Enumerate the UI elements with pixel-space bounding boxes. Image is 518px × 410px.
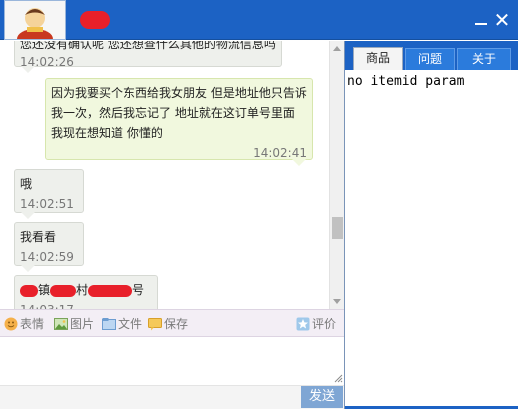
save-button[interactable]: 保存 <box>148 316 188 332</box>
message-time: 14:02:59 <box>20 250 74 264</box>
chat-scrollbar[interactable] <box>329 41 344 309</box>
message-text: 因为我要买个东西给我女朋友 但是地址他只告诉我一次，然后我忘记了 地址就在这订单… <box>51 86 307 140</box>
avatar-image <box>5 1 65 39</box>
message-bubble: 因为我要买个东西给我女朋友 但是地址他只告诉我一次，然后我忘记了 地址就在这订单… <box>45 78 313 166</box>
scroll-down-icon[interactable] <box>333 299 341 304</box>
resize-grip-icon[interactable] <box>334 374 343 383</box>
minimize-icon <box>475 23 487 25</box>
image-label: 图片 <box>70 317 95 331</box>
message-text-part: 号 <box>132 283 145 297</box>
file-icon <box>102 318 116 330</box>
avatar[interactable] <box>4 0 66 40</box>
message-text-part: 镇 <box>38 283 51 297</box>
scroll-thumb[interactable] <box>332 217 343 239</box>
message-bubble: 哦 14:02:51 <box>14 169 84 219</box>
message-bubble: 您还没有确认呢 您还想查什么具他的物流信息吗 14:02:26 <box>14 41 282 73</box>
message-bubble: 我看看 14:02:59 <box>14 222 84 272</box>
panel-content: no itemid param <box>347 74 465 89</box>
emoji-label: 表情 <box>20 317 45 331</box>
bubble-tail <box>21 265 35 272</box>
message-text: 镇村号 <box>20 280 152 300</box>
send-bar <box>0 385 344 409</box>
message-text-part: 村 <box>76 283 89 297</box>
message-time: 14:02:26 <box>20 55 74 69</box>
bubble-tail <box>292 159 306 166</box>
message-time: 14:02:51 <box>20 197 74 211</box>
star-icon <box>296 317 310 331</box>
message-text: 哦 <box>20 177 33 191</box>
rate-label: 评价 <box>312 317 337 331</box>
rate-button[interactable]: 评价 <box>296 316 336 332</box>
emoji-icon <box>4 317 18 331</box>
message-text: 我看看 <box>20 230 57 244</box>
message-input[interactable] <box>0 337 344 385</box>
bubble-tail <box>21 212 35 219</box>
save-label: 保存 <box>164 317 189 331</box>
bubble-tail <box>21 66 35 73</box>
tab-questions[interactable]: 问题 <box>405 48 455 70</box>
side-panel-tabs: 商品 问题 关于 <box>345 41 518 70</box>
file-button[interactable]: 文件 <box>102 316 142 332</box>
close-icon: ✕ <box>493 8 511 32</box>
image-icon <box>54 318 68 330</box>
tab-products[interactable]: 商品 <box>353 47 403 70</box>
title-bar: ✕ <box>0 0 518 40</box>
redacted-contact-name <box>80 11 110 29</box>
message-time: 14:03:17 <box>20 300 152 309</box>
chat-history[interactable]: 您还没有确认呢 您还想查什么具他的物流信息吗 14:02:26 因为我要买个东西… <box>0 41 344 309</box>
side-panel: 商品 问题 关于 no itemid param <box>344 41 518 409</box>
redacted-text <box>88 284 133 297</box>
redacted-text <box>50 284 77 297</box>
save-icon <box>148 318 162 331</box>
scroll-up-icon[interactable] <box>333 46 341 51</box>
minimize-button[interactable] <box>470 9 492 31</box>
tab-about[interactable]: 关于 <box>457 48 511 70</box>
panel-bottom-border <box>345 406 518 409</box>
redacted-text <box>20 284 38 297</box>
input-toolbar: 表情 图片 文件 保存 评价 <box>0 309 344 337</box>
image-button[interactable]: 图片 <box>54 316 94 332</box>
emoji-button[interactable]: 表情 <box>4 316 44 332</box>
message-time: 14:02:41 <box>253 146 307 160</box>
file-label: 文件 <box>118 317 143 331</box>
close-button[interactable]: ✕ <box>491 9 513 31</box>
send-button[interactable]: 发送 <box>301 386 343 408</box>
message-bubble: 镇 村 号 14:03:17 <box>14 275 158 309</box>
